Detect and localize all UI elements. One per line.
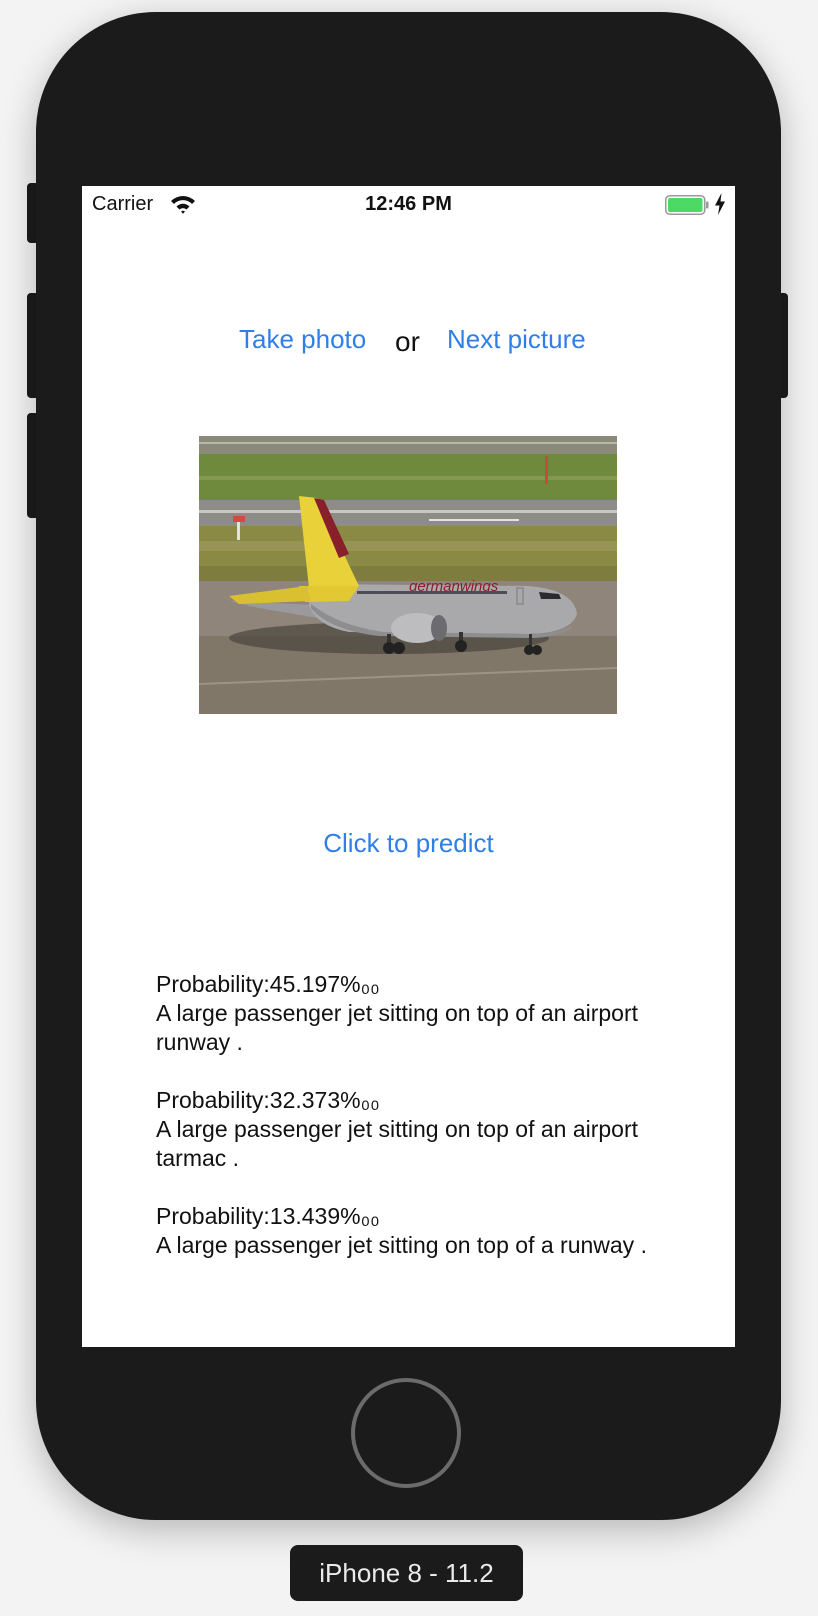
airplane-image: germanwings — [199, 436, 617, 714]
predict-button[interactable]: Click to predict — [82, 828, 735, 859]
home-button[interactable] — [351, 1378, 461, 1488]
result-probability: Probability:32.373%₀₀ — [156, 1087, 380, 1113]
result-caption: A large passenger jet sitting on top of … — [156, 1116, 639, 1171]
next-picture-button[interactable]: Next picture — [447, 324, 586, 355]
action-row: Take photo or Next picture — [82, 324, 735, 364]
result-probability: Probability:45.197%₀₀ — [156, 971, 380, 997]
status-bar: Carrier 12:46 PM — [82, 186, 735, 226]
result-caption: A large passenger jet sitting on top of … — [156, 1000, 639, 1055]
result-probability: Probability:13.439%₀₀ — [156, 1203, 380, 1229]
result-item: Probability:32.373%₀₀ A large passenger … — [156, 1086, 656, 1173]
result-caption: A large passenger jet sitting on top of … — [156, 1232, 647, 1258]
or-label: or — [395, 326, 420, 357]
simulator-stage: Carrier 12:46 PM Take photo or Next pict… — [0, 0, 818, 1616]
airplane-photo: germanwings — [199, 436, 617, 714]
device-label: iPhone 8 - 11.2 — [290, 1545, 523, 1601]
battery-icon — [665, 195, 709, 215]
result-item: Probability:45.197%₀₀ A large passenger … — [156, 970, 656, 1057]
app-screen: Carrier 12:46 PM Take photo or Next pict… — [82, 186, 735, 1347]
status-time: 12:46 PM — [365, 193, 452, 215]
charging-bolt-icon — [715, 193, 725, 215]
take-photo-button[interactable]: Take photo — [239, 324, 366, 355]
prediction-results: Probability:45.197%₀₀ A large passenger … — [156, 970, 656, 1289]
result-item: Probability:13.439%₀₀ A large passenger … — [156, 1202, 656, 1260]
